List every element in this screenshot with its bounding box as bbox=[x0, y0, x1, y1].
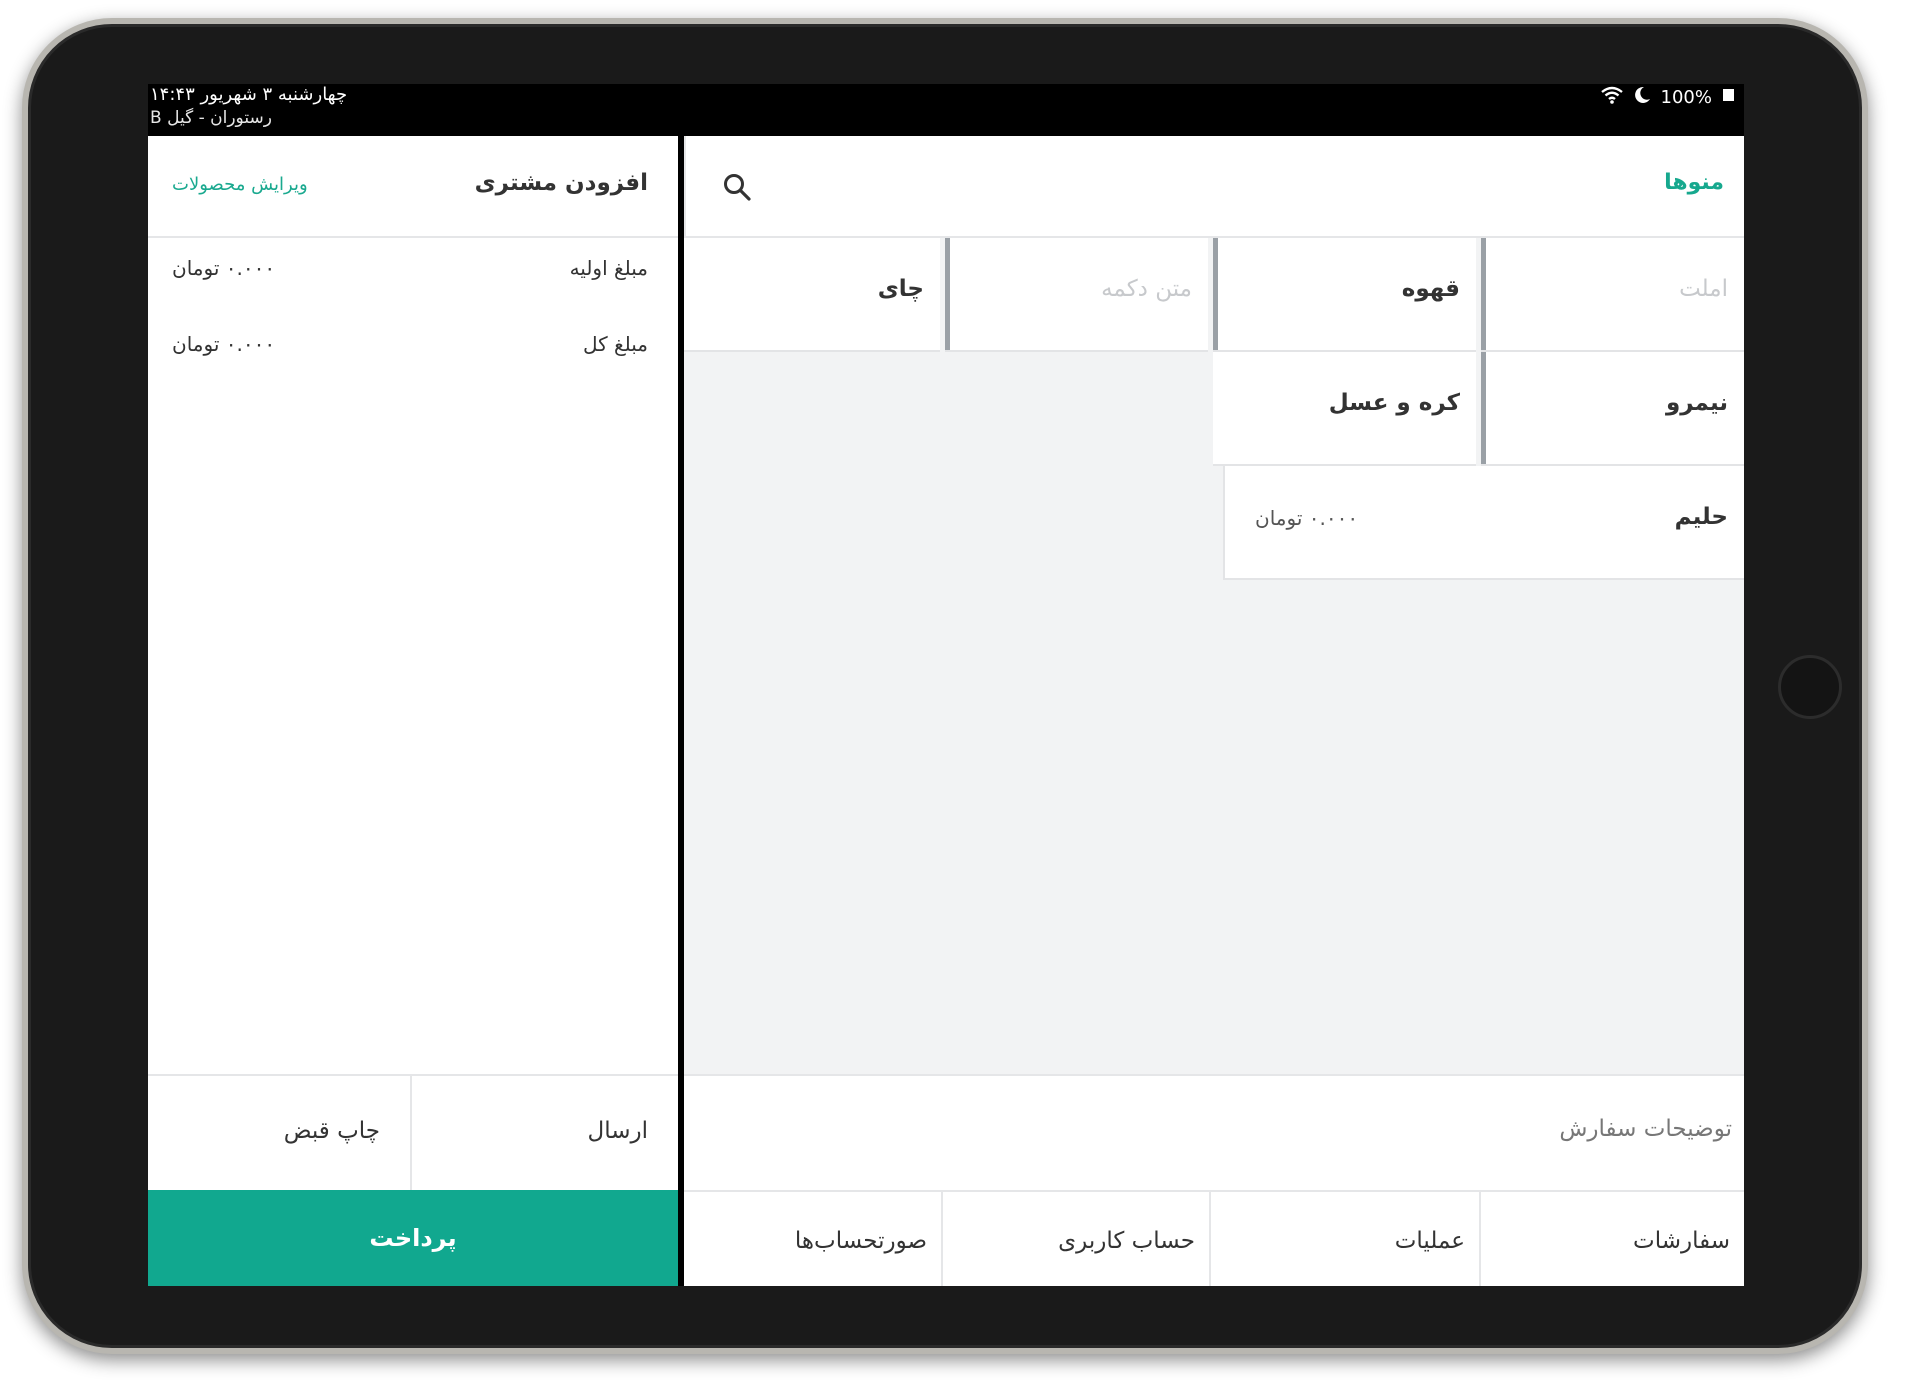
cart-actions: ارسال چاپ قبض bbox=[148, 1074, 678, 1192]
bottom-nav: سفارشات عملیات حساب کاربری صورتحساب‌ها bbox=[684, 1190, 1744, 1286]
cart-header: افزودن مشتری ویرایش محصولات bbox=[148, 136, 678, 238]
status-indicators: 100% bbox=[1600, 86, 1736, 109]
tab-label: حساب کاربری bbox=[1058, 1228, 1195, 1254]
moon-icon bbox=[1633, 86, 1651, 109]
pay-button[interactable]: پرداخت bbox=[148, 1190, 678, 1286]
menu-tile-name: کره و عسل bbox=[1328, 390, 1460, 416]
menu-tile-name: قهوه bbox=[1401, 276, 1460, 302]
search-icon bbox=[724, 174, 751, 201]
menu-tile-fried-egg[interactable]: نیمرو bbox=[1481, 352, 1744, 466]
tile-accent-bar bbox=[945, 238, 950, 350]
send-label: ارسال bbox=[587, 1118, 649, 1144]
order-notes-label: توضیحات سفارش bbox=[1559, 1116, 1732, 1142]
tab-account[interactable]: حساب کاربری bbox=[941, 1192, 1209, 1286]
tab-label: عملیات bbox=[1394, 1228, 1465, 1254]
subtotal-row: مبلغ اولیه ۰.۰۰۰ تومان bbox=[148, 256, 678, 296]
menu-tile-tea[interactable]: چای bbox=[684, 238, 940, 352]
print-receipt-button[interactable]: چاپ قبض bbox=[148, 1076, 410, 1192]
battery-icon bbox=[1722, 87, 1736, 108]
tab-label: سفارشات bbox=[1633, 1228, 1730, 1254]
menu-panel: منوها املت قهوه متن دکمه چای نیمرو کره و… bbox=[684, 136, 1744, 1286]
menu-tile-name: نیمرو bbox=[1665, 390, 1728, 416]
wifi-icon bbox=[1600, 86, 1623, 109]
menu-tile-name: متن دکمه bbox=[1101, 276, 1192, 302]
edit-products-link[interactable]: ویرایش محصولات bbox=[172, 174, 308, 195]
status-store-name: رستوران - گیل B bbox=[150, 108, 272, 128]
battery-percentage: 100% bbox=[1660, 87, 1712, 108]
status-datetime: چهارشنبه ۳ شهریور ۱۴:۴۳ bbox=[150, 84, 348, 105]
order-notes-field[interactable]: توضیحات سفارش bbox=[684, 1074, 1744, 1192]
menu-tile-name: چای bbox=[877, 276, 924, 302]
subtotal-value: ۰.۰۰۰ تومان bbox=[172, 256, 276, 280]
tab-operations[interactable]: عملیات bbox=[1209, 1192, 1479, 1286]
send-button[interactable]: ارسال bbox=[410, 1076, 678, 1192]
menu-tile-price: ۰.۰۰۰ تومان bbox=[1255, 506, 1359, 530]
menus-tab[interactable]: منوها bbox=[1664, 170, 1724, 195]
menu-header: منوها bbox=[684, 136, 1744, 238]
menu-tile-placeholder[interactable]: متن دکمه bbox=[945, 238, 1208, 352]
menu-tile-butter-honey[interactable]: کره و عسل bbox=[1213, 352, 1476, 466]
menu-tile-omelet[interactable]: املت bbox=[1481, 238, 1744, 352]
total-label: مبلغ کل bbox=[582, 332, 648, 356]
tile-accent-bar bbox=[1481, 238, 1486, 350]
tile-accent-bar bbox=[1213, 238, 1218, 350]
status-bar: چهارشنبه ۳ شهریور ۱۴:۴۳ رستوران - گیل B … bbox=[148, 84, 1744, 136]
menu-tile-name: املت bbox=[1679, 276, 1728, 302]
home-button[interactable] bbox=[1778, 655, 1842, 719]
menu-tile-coffee[interactable]: قهوه bbox=[1213, 238, 1476, 352]
tab-invoices[interactable]: صورتحساب‌ها bbox=[684, 1192, 941, 1286]
menu-tile-name: حلیم bbox=[1674, 504, 1728, 530]
add-customer-button[interactable]: افزودن مشتری bbox=[475, 170, 648, 196]
total-value: ۰.۰۰۰ تومان bbox=[172, 332, 276, 356]
tile-accent-bar bbox=[1481, 352, 1486, 464]
cart-panel: افزودن مشتری ویرایش محصولات مبلغ اولیه ۰… bbox=[148, 136, 678, 1286]
print-receipt-label: چاپ قبض bbox=[283, 1118, 380, 1144]
pay-label: پرداخت bbox=[369, 1224, 457, 1252]
menu-tile-haleem[interactable]: حلیم ۰.۰۰۰ تومان bbox=[1223, 466, 1744, 580]
tab-orders[interactable]: سفارشات bbox=[1479, 1192, 1744, 1286]
total-row: مبلغ کل ۰.۰۰۰ تومان bbox=[148, 332, 678, 372]
subtotal-label: مبلغ اولیه bbox=[569, 256, 648, 280]
search-button[interactable] bbox=[684, 136, 786, 236]
screen: چهارشنبه ۳ شهریور ۱۴:۴۳ رستوران - گیل B … bbox=[148, 84, 1744, 1286]
tab-label: صورتحساب‌ها bbox=[794, 1228, 927, 1254]
